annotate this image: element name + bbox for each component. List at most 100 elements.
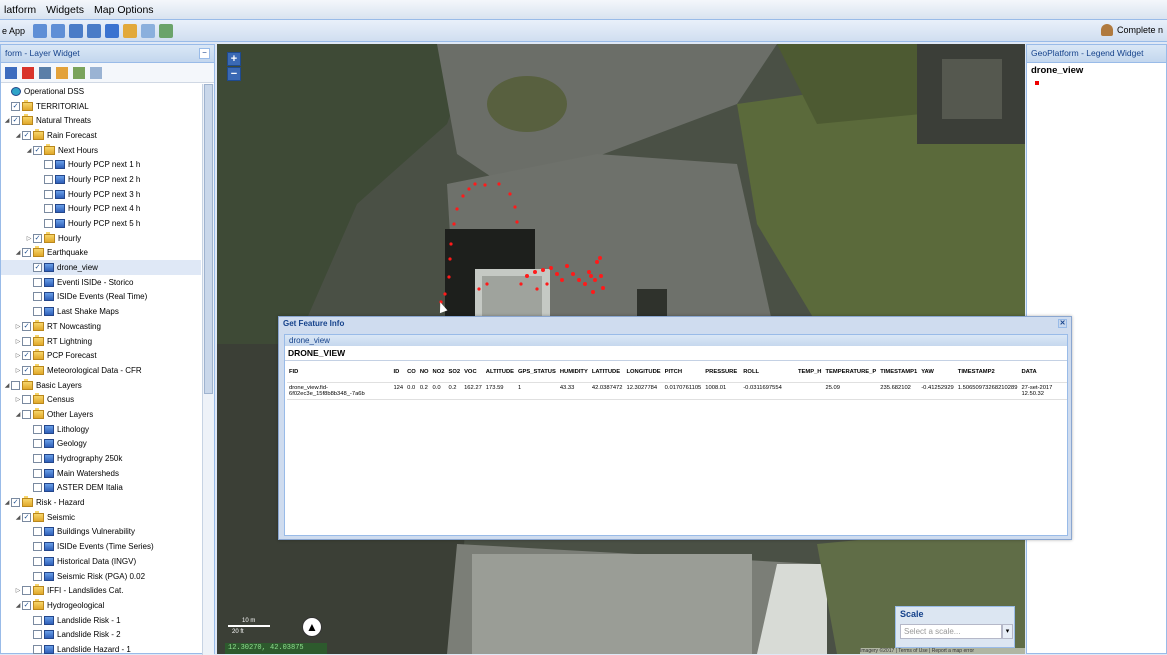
layer-checkbox[interactable] xyxy=(33,542,42,552)
column-header[interactable]: CO xyxy=(405,361,418,383)
tree-node[interactable]: ◢ Other Layers xyxy=(1,407,201,422)
zoom-in-button[interactable]: + xyxy=(227,52,241,66)
column-header[interactable]: SO2 xyxy=(446,361,462,383)
layer-checkbox[interactable]: ✓ xyxy=(33,145,42,155)
tree-node[interactable]: ISIDe Events (Time Series) xyxy=(1,539,201,554)
tree-node[interactable]: ISIDe Events (Real Time) xyxy=(1,290,201,305)
print-icon[interactable] xyxy=(141,23,156,38)
chevron-down-icon[interactable]: ▾ xyxy=(1002,624,1013,639)
tree-node[interactable]: ▷ Census xyxy=(1,392,201,407)
tree-node[interactable]: Hourly PCP next 3 h xyxy=(1,187,201,202)
tree-node[interactable]: Hourly PCP next 5 h xyxy=(1,216,201,231)
expand-toggle-icon[interactable]: ◢ xyxy=(3,117,11,124)
layer-checkbox[interactable]: ✓ xyxy=(11,101,20,111)
layer-checkbox[interactable]: ✓ xyxy=(22,351,31,361)
layer-checkbox[interactable] xyxy=(33,556,42,566)
tree-node[interactable]: Hourly PCP next 4 h xyxy=(1,202,201,217)
menu-platform[interactable]: latform xyxy=(4,4,36,16)
column-header[interactable]: TIMESTAMP2 xyxy=(956,361,1020,383)
app-label[interactable]: e App xyxy=(2,26,25,36)
expand-toggle-icon[interactable]: ◢ xyxy=(25,147,33,154)
zoom-out-icon[interactable] xyxy=(51,23,66,38)
expand-toggle-icon[interactable]: ▷ xyxy=(14,352,22,359)
column-header[interactable]: VOC xyxy=(462,361,484,383)
tree-node[interactable]: ◢ ✓ Rain Forecast xyxy=(1,128,201,143)
tree-node[interactable]: Last Shake Maps xyxy=(1,304,201,319)
layer-checkbox[interactable]: ✓ xyxy=(11,498,20,508)
layer-checkbox[interactable] xyxy=(22,586,31,596)
layer-checkbox[interactable] xyxy=(33,439,42,449)
layer-checkbox[interactable]: ✓ xyxy=(22,365,31,375)
layer-checkbox[interactable] xyxy=(33,630,42,640)
column-header[interactable]: ROLL xyxy=(741,361,796,383)
expand-toggle-icon[interactable]: ▷ xyxy=(14,367,22,374)
column-header[interactable]: ALTITUDE xyxy=(484,361,516,383)
tree-node[interactable]: Buildings Vulnerability xyxy=(1,525,201,540)
layer-checkbox[interactable]: ✓ xyxy=(33,263,42,273)
layer-checkbox[interactable] xyxy=(33,483,42,493)
layer-checkbox[interactable]: ✓ xyxy=(22,321,31,331)
tree-node[interactable]: Lithology xyxy=(1,422,201,437)
column-header[interactable]: HUMIDITY xyxy=(558,361,590,383)
expand-toggle-icon[interactable]: ◢ xyxy=(14,249,22,256)
layer-checkbox[interactable] xyxy=(33,644,42,654)
add-folder-icon[interactable] xyxy=(56,66,68,79)
layer-checkbox[interactable] xyxy=(33,424,42,434)
expand-toggle-icon[interactable]: ▷ xyxy=(14,396,22,403)
tree-node[interactable]: ▷ ✓ Meteorological Data - CFR xyxy=(1,363,201,378)
expand-toggle-icon[interactable]: ◢ xyxy=(14,514,22,521)
feature-info-header[interactable]: Get Feature Info ✕ xyxy=(279,317,1071,331)
layer-checkbox[interactable] xyxy=(33,527,42,537)
layer-checkbox[interactable]: ✓ xyxy=(22,248,31,258)
layer-checkbox[interactable] xyxy=(33,454,42,464)
zoom-previous-icon[interactable] xyxy=(69,23,84,38)
column-header[interactable]: LONGITUDE xyxy=(625,361,663,383)
layer-checkbox[interactable] xyxy=(22,409,31,419)
tree-node[interactable]: ◢ Basic Layers xyxy=(1,378,201,393)
tree-node[interactable]: Operational DSS xyxy=(1,84,201,99)
tree-node[interactable]: ◢ ✓ Risk - Hazard xyxy=(1,495,201,510)
tree-node[interactable]: ▷ ✓ Hourly xyxy=(1,231,201,246)
tree-node[interactable]: Eventi ISIDe - Storico xyxy=(1,275,201,290)
expand-toggle-icon[interactable]: ▷ xyxy=(25,235,33,242)
column-header[interactable]: GPS_STATUS xyxy=(516,361,558,383)
tree-node[interactable]: ◢ ✓ Earthquake xyxy=(1,246,201,261)
tree-node[interactable]: ▷ ✓ PCP Forecast xyxy=(1,348,201,363)
expand-toggle-icon[interactable]: ▷ xyxy=(14,587,22,594)
close-icon[interactable]: ✕ xyxy=(1058,319,1067,328)
tree-node[interactable]: ▷ IFFI - Landslides Cat. xyxy=(1,583,201,598)
layer-checkbox[interactable] xyxy=(22,395,31,405)
layer-checkbox[interactable]: ✓ xyxy=(22,600,31,610)
menu-map-options[interactable]: Map Options xyxy=(94,4,154,16)
scrollbar-thumb[interactable] xyxy=(204,84,213,394)
tree-node[interactable]: Hourly PCP next 2 h xyxy=(1,172,201,187)
tree-node[interactable]: Historical Data (INGV) xyxy=(1,554,201,569)
expand-toggle-icon[interactable]: ◢ xyxy=(14,602,22,609)
tree-node[interactable]: ◢ ✓ Next Hours xyxy=(1,143,201,158)
tree-scrollbar[interactable] xyxy=(202,84,214,655)
layer-checkbox[interactable] xyxy=(44,189,53,199)
layer-checkbox[interactable]: ✓ xyxy=(33,233,42,243)
collapse-button[interactable]: − xyxy=(199,48,210,59)
column-header[interactable]: ID xyxy=(391,361,405,383)
layer-checkbox[interactable] xyxy=(33,307,42,317)
expand-toggle-icon[interactable]: ▷ xyxy=(14,323,22,330)
tree-node[interactable]: ASTER DEM Italia xyxy=(1,481,201,496)
scale-select[interactable]: Select a scale... xyxy=(900,624,1002,639)
tree-node[interactable]: ✓ TERRITORIAL xyxy=(1,99,201,114)
layers-icon[interactable] xyxy=(159,23,174,38)
layer-checkbox[interactable] xyxy=(33,468,42,478)
tree-node[interactable]: Landslide Risk - 1 xyxy=(1,613,201,628)
column-header[interactable]: NO2 xyxy=(431,361,447,383)
tree-node[interactable]: ✓ drone_view xyxy=(1,260,201,275)
tree-node[interactable]: Main Watersheds xyxy=(1,466,201,481)
column-header[interactable]: FID xyxy=(287,361,391,383)
expand-toggle-icon[interactable]: ◢ xyxy=(3,499,11,506)
layer-checkbox[interactable] xyxy=(22,336,31,346)
info-icon[interactable] xyxy=(105,23,120,38)
layer-checkbox[interactable] xyxy=(44,174,53,184)
zoom-in-icon[interactable] xyxy=(33,23,48,38)
layer-checkbox[interactable]: ✓ xyxy=(11,116,20,126)
feature-info-layer-tab[interactable]: drone_view xyxy=(285,335,1067,346)
layer-checkbox[interactable] xyxy=(44,160,53,170)
